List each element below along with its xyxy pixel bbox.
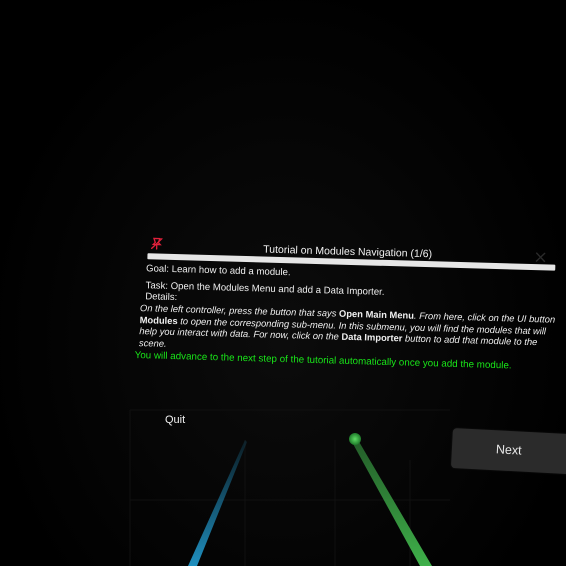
pointer-dot — [349, 433, 361, 445]
controller-rays — [188, 433, 432, 566]
right-controller-ray — [352, 440, 432, 566]
vr-scene: Tutorial on Modules Navigation (1/6) Goa… — [0, 0, 566, 566]
left-controller-ray — [188, 440, 247, 566]
